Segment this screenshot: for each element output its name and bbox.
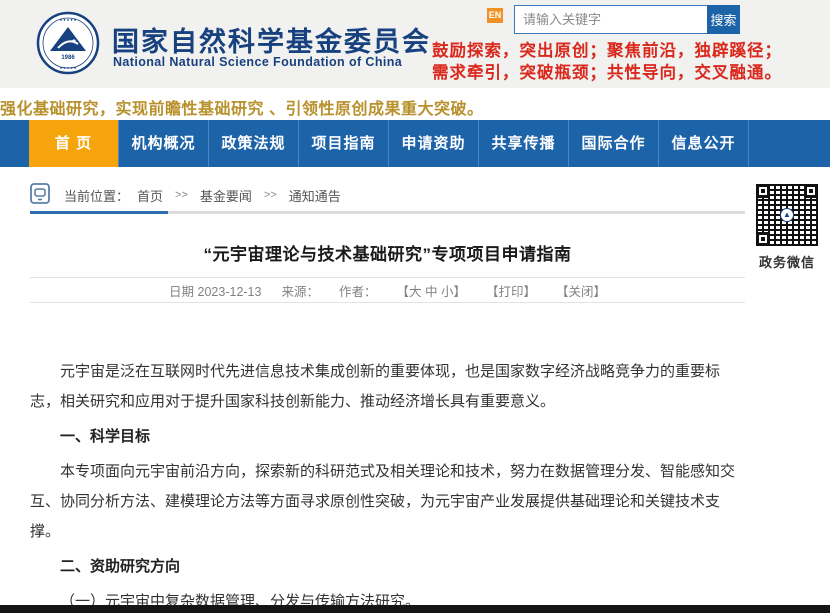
qr-caption: 政务微信: [753, 252, 821, 271]
divider: [30, 302, 745, 303]
breadcrumb: 当前位置： 首页 >> 基金要闻 >> 通知通告: [30, 180, 341, 210]
breadcrumb-fund-news[interactable]: 基金要闻: [200, 186, 252, 205]
search-input[interactable]: [514, 5, 707, 34]
meta-date-value: 2023-12-13: [198, 285, 262, 299]
location-page-icon: [30, 183, 50, 207]
site-title: 国家自然科学基金委员会: [112, 20, 431, 59]
svg-text:● ● ● ● ●: ● ● ● ● ●: [60, 17, 77, 22]
svg-text:● ● ● ● ●: ● ● ● ● ●: [60, 65, 77, 70]
paragraph: （一）元宇宙中复杂数据管理、分发与传输方法研究。: [30, 587, 745, 605]
section-heading: 二、资助研究方向: [30, 552, 745, 582]
article-meta: 日期 2023-12-13 来源： 作者： 【大 中 小】 【打印】 【关闭】: [30, 278, 745, 302]
main-nav: 首 页 机构概况 政策法规 项目指南 申请资助 共享传播 国际合作 信息公开: [0, 120, 830, 167]
svg-text:1986: 1986: [61, 55, 75, 61]
page: 1986 ● ● ● ● ● ● ● ● ● ● 国家自然科学基金委员会 Nat…: [0, 0, 830, 613]
breadcrumb-divider: [30, 211, 745, 214]
meta-source-label: 来源：: [281, 281, 319, 300]
nav-item-sharing[interactable]: 共享传播: [479, 120, 569, 167]
breadcrumb-label: 当前位置：: [64, 186, 129, 205]
nav-item-apply-funding[interactable]: 申请资助: [389, 120, 479, 167]
nav-item-intl-cooperation[interactable]: 国际合作: [569, 120, 659, 167]
breadcrumb-home[interactable]: 首页: [137, 186, 163, 205]
language-en-button[interactable]: EN: [487, 8, 503, 23]
paragraph: 元宇宙是泛在互联网时代先进信息技术集成创新的重要体现，也是国家数字经济战略竞争力…: [30, 357, 745, 417]
search-box: 搜索: [514, 5, 740, 34]
meta-date-label: 日期: [169, 285, 194, 299]
site-subtitle: National Natural Science Foundation of C…: [113, 55, 402, 69]
paragraph: 本专项面向元宇宙前沿方向，探索新的科研范式及相关理论和技术，努力在数据管理分发、…: [30, 457, 745, 547]
meta-date: 日期 2023-12-13: [169, 281, 261, 300]
breadcrumb-separator: >>: [175, 189, 188, 201]
slogan-line-1: 鼓励探索，突出原创；聚焦前沿，独辟蹊径；: [432, 40, 752, 62]
nav-item-policies[interactable]: 政策法规: [209, 120, 299, 167]
meta-author-label: 作者：: [339, 281, 377, 300]
slogan-text: 鼓励探索，突出原创；聚焦前沿，独辟蹊径； 需求牵引，突破瓶颈；共性导向，交叉融通…: [432, 40, 752, 84]
bottom-edge-bar: [0, 605, 830, 613]
nav-item-org-overview[interactable]: 机构概况: [119, 120, 209, 167]
nav-item-info-disclosure[interactable]: 信息公开: [659, 120, 749, 167]
close-button[interactable]: 【关闭】: [556, 281, 606, 300]
article-title: “元宇宙理论与技术基础研究”专项项目申请指南: [30, 240, 745, 265]
article: “元宇宙理论与技术基础研究”专项项目申请指南 日期 2023-12-13 来源：…: [30, 232, 745, 605]
gov-wechat-widget: ▲ 政务微信: [753, 184, 821, 271]
article-content: 元宇宙是泛在互联网时代先进信息技术集成创新的重要体现，也是国家数字经济战略竞争力…: [30, 357, 745, 605]
banner-text: 强化基础研究，实现前瞻性基础研究 、引领性原创成果重大突破。: [0, 95, 483, 119]
breadcrumb-notices[interactable]: 通知通告: [289, 186, 341, 205]
nav-item-home[interactable]: 首 页: [29, 120, 119, 167]
section-heading: 一、科学目标: [30, 422, 745, 452]
search-button[interactable]: 搜索: [707, 5, 740, 34]
banner-strip: 强化基础研究，实现前瞻性基础研究 、引领性原创成果重大突破。: [0, 88, 830, 120]
slogan-line-2: 需求牵引，突破瓶颈；共性导向，交叉融通。: [432, 62, 752, 84]
breadcrumb-separator: >>: [264, 189, 277, 201]
print-button[interactable]: 【打印】: [486, 281, 536, 300]
font-size-control[interactable]: 【大 中 小】: [397, 281, 466, 300]
qr-code-image: ▲: [756, 184, 818, 246]
qr-center-logo: ▲: [780, 208, 794, 222]
nav-item-project-guide[interactable]: 项目指南: [299, 120, 389, 167]
nsfc-seal-logo: 1986 ● ● ● ● ● ● ● ● ● ●: [36, 11, 100, 75]
site-header: 1986 ● ● ● ● ● ● ● ● ● ● 国家自然科学基金委员会 Nat…: [0, 0, 830, 88]
